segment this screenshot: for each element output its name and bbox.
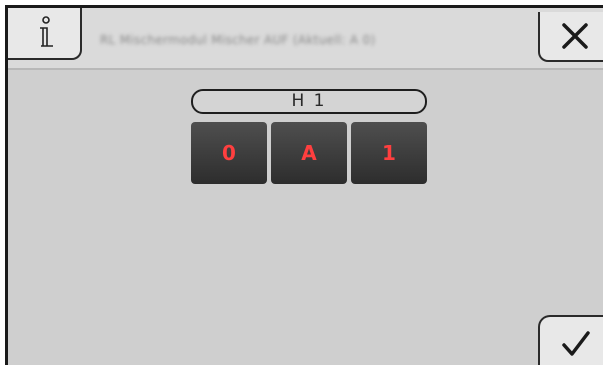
channel-label: H 1 [191,89,427,114]
screen: RL Mischermodul Mischer AUF (Aktuell: A … [5,5,603,365]
mode-selector: 0 A 1 [191,122,431,184]
mode-button-auto[interactable]: A [271,122,347,184]
info-button[interactable] [8,8,82,60]
mode-button-on[interactable]: 1 [351,122,427,184]
mode-button-off[interactable]: 0 [191,122,267,184]
header-bar: RL Mischermodul Mischer AUF (Aktuell: A … [8,8,603,70]
confirm-button[interactable] [538,315,603,365]
close-button[interactable] [538,12,603,62]
page-title: RL Mischermodul Mischer AUF (Aktuell: A … [100,33,376,47]
